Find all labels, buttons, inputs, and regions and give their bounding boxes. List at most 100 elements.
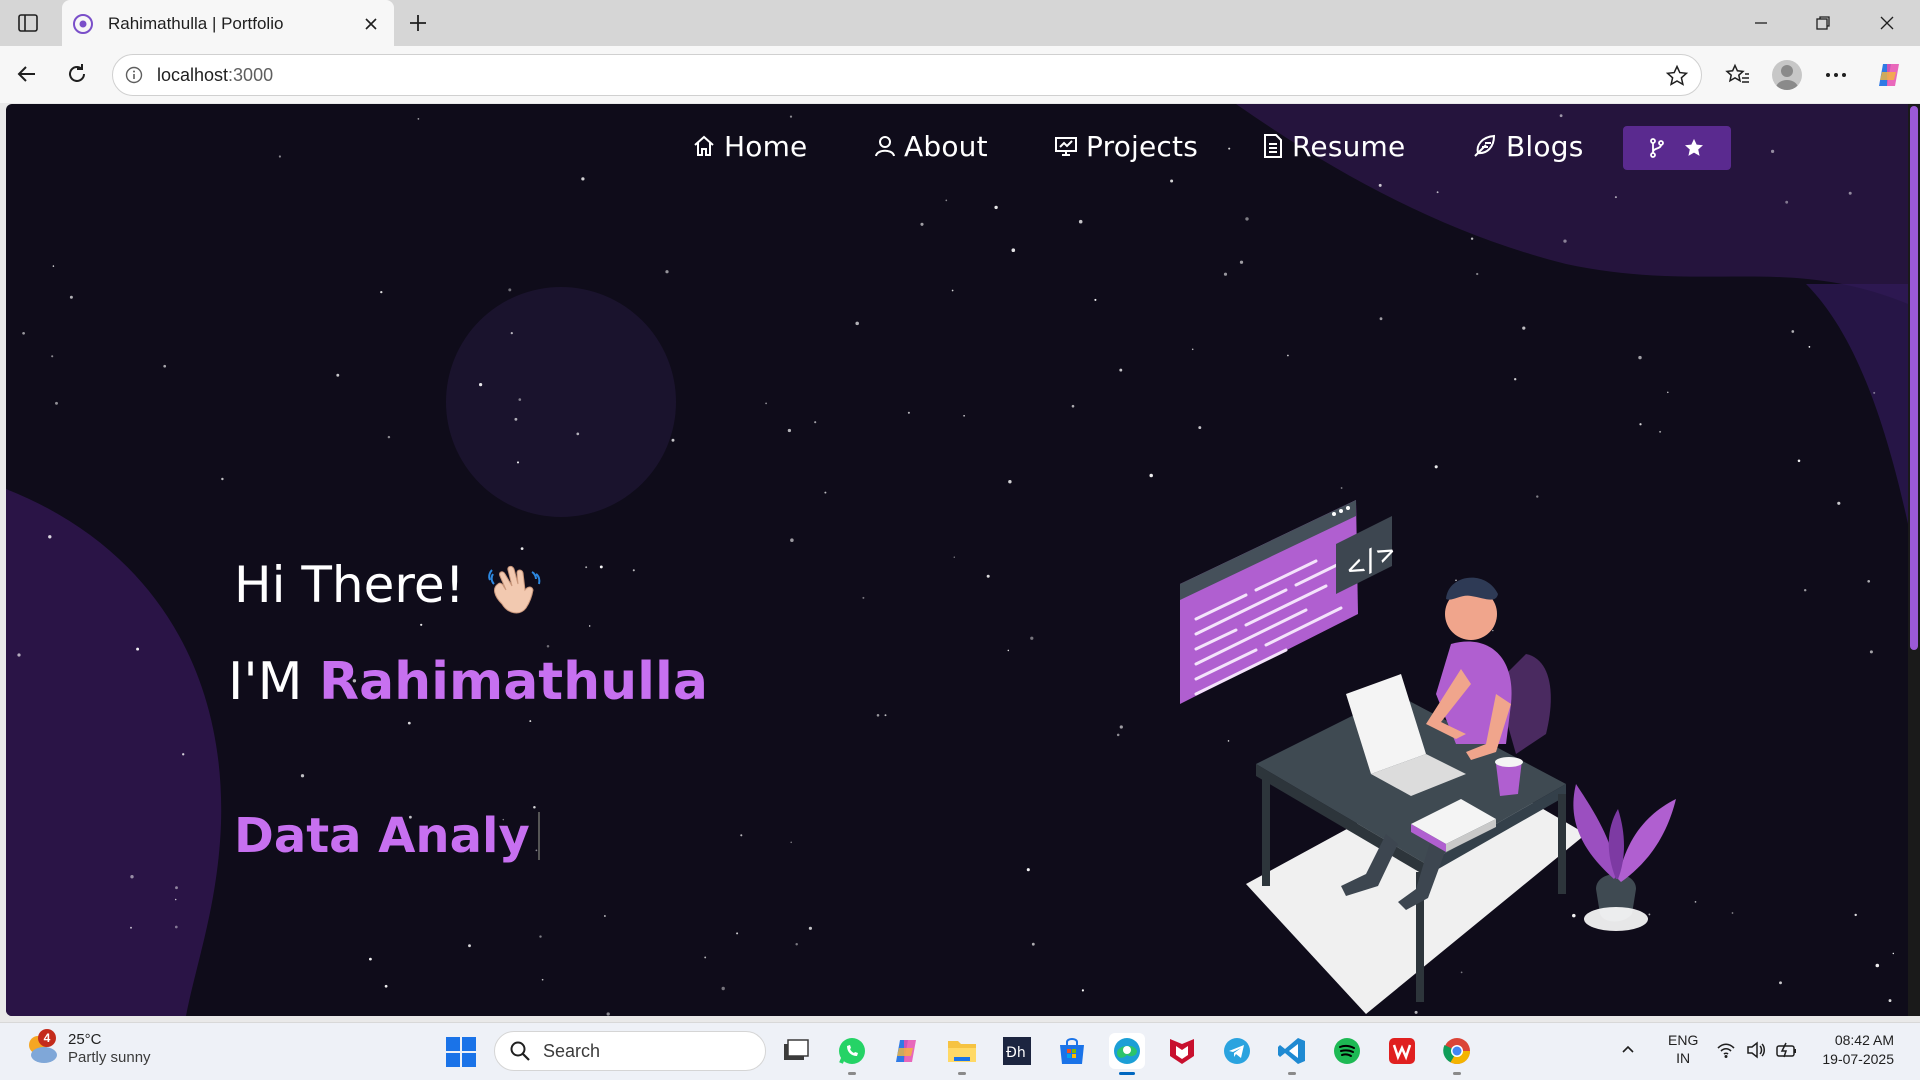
star: [1119, 368, 1123, 372]
star: [920, 222, 924, 226]
star: [814, 421, 817, 424]
profile-avatar[interactable]: [1772, 60, 1802, 90]
star: [1563, 239, 1567, 243]
minimize-icon[interactable]: [1746, 10, 1776, 36]
page-scrollbar[interactable]: [1908, 104, 1920, 1016]
star: [665, 270, 669, 274]
nav-link-about[interactable]: About: [874, 126, 988, 166]
feather-icon: [1474, 134, 1496, 157]
star: [1119, 725, 1123, 729]
running-indicator: [1453, 1072, 1461, 1075]
star: [1094, 298, 1097, 301]
whatsapp-icon[interactable]: [834, 1033, 870, 1075]
browser-toolbar: localhost:3000: [0, 46, 1920, 103]
star: [1287, 354, 1289, 357]
star: [48, 535, 52, 539]
back-icon[interactable]: [12, 59, 42, 89]
site-navbar: Home About Projects Resume Blogs: [6, 104, 1908, 184]
github-star-fork-button[interactable]: [1623, 126, 1731, 170]
task-view-icon[interactable]: [778, 1033, 814, 1069]
new-tab-icon[interactable]: [404, 10, 432, 36]
taskbar-search[interactable]: Search: [494, 1031, 766, 1071]
vscode-icon[interactable]: [1274, 1033, 1310, 1075]
star: [300, 774, 305, 778]
star: [380, 290, 383, 294]
favorites-icon[interactable]: [1722, 59, 1754, 91]
nav-link-resume[interactable]: Resume: [1262, 126, 1405, 166]
star: [510, 331, 513, 335]
wifi-icon[interactable]: [1716, 1041, 1736, 1059]
copilot-icon[interactable]: [1873, 59, 1905, 91]
hero-greeting: Hi There!: [234, 556, 465, 614]
star: [1116, 733, 1120, 737]
input-language[interactable]: ENG IN: [1668, 1031, 1698, 1067]
telegram-icon[interactable]: [1219, 1033, 1255, 1069]
reload-icon[interactable]: [62, 59, 92, 89]
show-hidden-icons-chevron-icon[interactable]: [1620, 1041, 1636, 1057]
star: [17, 653, 21, 657]
edge-browser-icon[interactable]: [1109, 1033, 1145, 1075]
star: [1892, 952, 1895, 955]
home-icon: [694, 135, 714, 156]
search-icon: [510, 1041, 530, 1061]
nav-link-blogs[interactable]: Blogs: [1472, 126, 1583, 166]
browser-tab-active[interactable]: Rahimathulla | Portfolio: [62, 0, 394, 47]
scrollbar-thumb[interactable]: [1910, 106, 1918, 650]
tab-actions-icon[interactable]: [14, 10, 42, 36]
dh-app-icon[interactable]: Ɖh: [999, 1033, 1035, 1069]
star: [671, 438, 675, 442]
star: [479, 383, 483, 387]
star: [1031, 942, 1035, 946]
star: [369, 957, 372, 961]
address-bar[interactable]: localhost:3000: [112, 54, 1702, 96]
copilot-app-icon[interactable]: [888, 1033, 924, 1069]
star: [1779, 981, 1782, 985]
spotify-icon[interactable]: [1329, 1033, 1365, 1069]
star: [1803, 588, 1807, 592]
more-options-icon[interactable]: [1820, 59, 1852, 91]
star: [1078, 219, 1083, 224]
windows-start-icon[interactable]: [444, 1035, 478, 1069]
star: [862, 596, 865, 599]
battery-charging-icon[interactable]: [1776, 1041, 1798, 1059]
star: [576, 432, 580, 436]
star: [468, 944, 471, 948]
star: [221, 477, 224, 481]
star: [529, 720, 532, 723]
star: [790, 538, 794, 542]
star: [51, 355, 54, 358]
restore-icon[interactable]: [1808, 10, 1838, 36]
site-info-icon[interactable]: [123, 64, 145, 86]
mcafee-icon[interactable]: [1164, 1033, 1200, 1069]
star: [1614, 196, 1617, 199]
chrome-icon[interactable]: [1439, 1033, 1475, 1075]
weather-widget[interactable]: 4 25°C Partly sunny: [24, 1029, 151, 1067]
system-tray[interactable]: [1716, 1041, 1798, 1059]
portfolio-favicon-icon: [73, 13, 93, 34]
star: [1791, 330, 1795, 333]
active-indicator: [1119, 1072, 1135, 1075]
star: [22, 331, 25, 335]
star: [1514, 378, 1517, 381]
star: [790, 841, 792, 844]
star: [1848, 191, 1852, 195]
region-code: IN: [1676, 1050, 1691, 1066]
star: [1191, 348, 1194, 351]
microsoft-store-icon[interactable]: [1054, 1033, 1090, 1069]
nav-link-projects[interactable]: Projects: [1054, 126, 1198, 166]
wps-office-icon[interactable]: [1384, 1033, 1420, 1069]
close-window-icon[interactable]: [1872, 10, 1902, 36]
star: [787, 428, 792, 433]
volume-icon[interactable]: [1746, 1041, 1766, 1059]
favorite-star-icon[interactable]: [1665, 64, 1689, 88]
close-tab-icon[interactable]: [360, 13, 382, 35]
file-explorer-icon[interactable]: [944, 1033, 980, 1075]
star: [1808, 346, 1811, 348]
star: [1875, 963, 1880, 968]
running-indicator: [848, 1072, 856, 1075]
taskbar-clock[interactable]: 08:42 AM 19-07-2025: [1814, 1031, 1894, 1069]
nav-link-home[interactable]: Home: [692, 126, 808, 166]
star: [632, 569, 635, 572]
star: [1245, 217, 1249, 221]
star: [740, 834, 743, 837]
